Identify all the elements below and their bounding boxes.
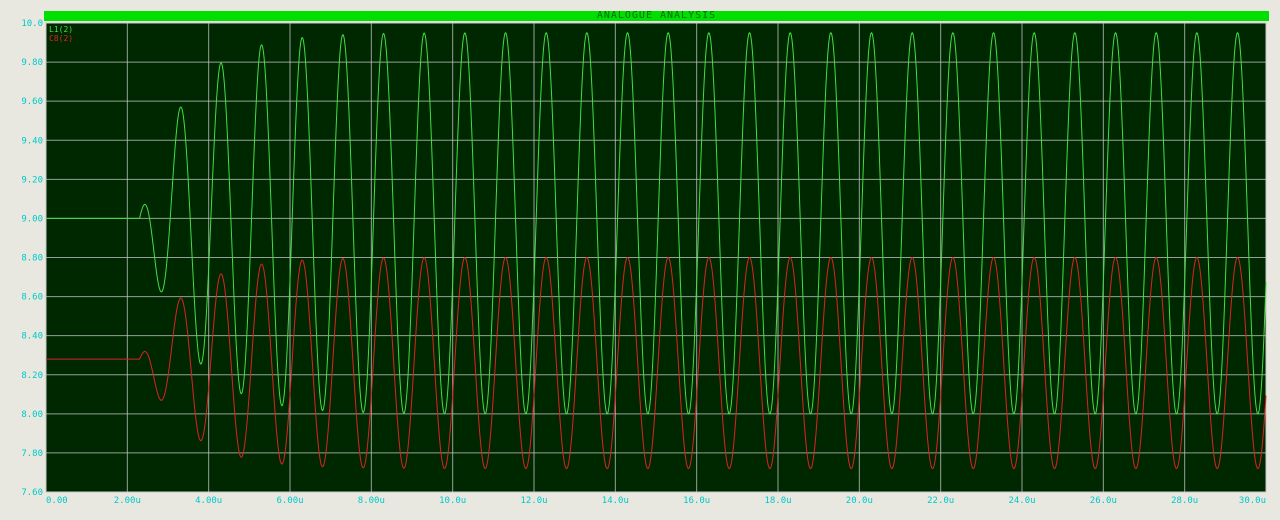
x-tick-label: 10.0u [439,496,466,506]
y-tick-label: 8.80 [21,254,43,264]
x-tick-label: 24.0u [1008,496,1035,506]
x-tick-label: 14.0u [602,496,629,506]
x-tick-label: 2.00u [114,496,141,506]
y-tick-label: 8.60 [21,293,43,303]
y-tick-label: 8.00 [21,410,43,420]
analysis-window: ANALOGUE ANALYSIS 0.00 2.00u 4.00u 6.00u 8.0… [0,0,1280,520]
y-tick-label: 8.40 [21,332,43,342]
x-tick-label: 28.0u [1171,496,1198,506]
x-tick-label: 16.0u [683,496,710,506]
y-tick-label: 9.40 [21,136,43,146]
y-tick-label: 7.80 [21,449,43,459]
x-tick-label: 30.0u [1239,496,1266,506]
y-tick-label: 8.20 [21,371,43,381]
x-tick-label: 4.00u [195,496,222,506]
x-tick-label: 22.0u [927,496,954,506]
x-tick-label: 12.0u [520,496,547,506]
y-tick-label: 9.20 [21,175,43,185]
legend-entry: L1(2) [49,25,73,34]
legend-entry: C8(2) [49,34,73,43]
x-tick-label: 6.00u [276,496,303,506]
analogue-chart[interactable]: 0.00 2.00u 4.00u 6.00u 8.00u 10.0u 12.0u 14.0u 1… [0,0,1280,520]
y-tick-label: 9.80 [21,58,43,68]
x-tick-label: 20.0u [846,496,873,506]
y-tick-label: 9.60 [21,97,43,107]
x-tick-label: 18.0u [764,496,791,506]
y-tick-label: 10.0 [21,19,43,29]
x-tick-label: 26.0u [1090,496,1117,506]
x-tick-label: 8.00u [358,496,385,506]
y-tick-label: 7.60 [21,488,43,498]
x-tick-label: 0.00 [46,496,68,506]
y-tick-label: 9.00 [21,214,43,224]
